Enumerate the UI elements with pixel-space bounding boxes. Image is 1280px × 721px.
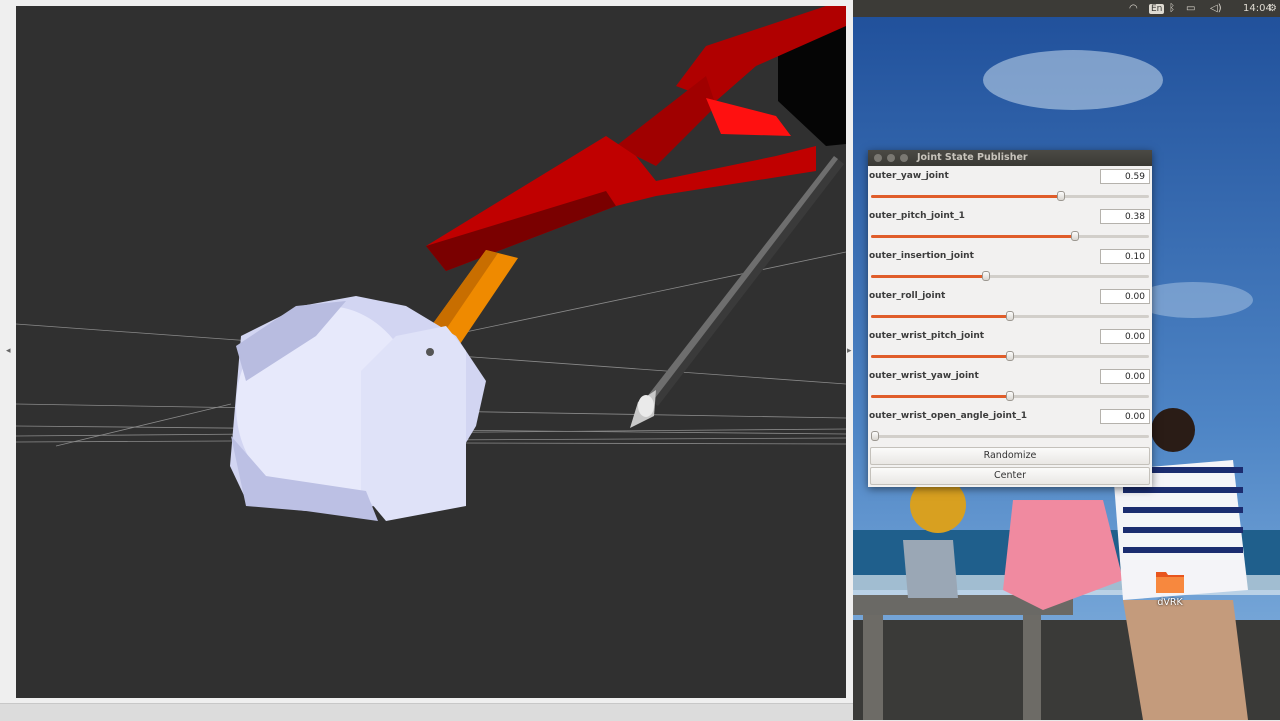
power-gear-icon[interactable]: ⚙ — [1268, 2, 1277, 15]
randomize-button[interactable]: Randomize — [870, 447, 1150, 465]
joint-slider-track[interactable] — [871, 311, 1149, 321]
joint-slider-track[interactable] — [871, 431, 1149, 441]
joint-slider-handle[interactable] — [871, 431, 879, 441]
joint-label: outer_yaw_joint — [869, 171, 949, 181]
joint-slider-track[interactable] — [871, 231, 1149, 241]
joint-value-field[interactable]: 0.38 — [1100, 209, 1150, 224]
rviz-window: ◂ ◂ ▸ — [0, 0, 853, 721]
base-side-bracket — [361, 326, 466, 521]
joint-slider-handle[interactable] — [1006, 391, 1014, 401]
pivot-screw — [426, 348, 434, 356]
ubuntu-top-bar: ◠ En ᛒ ▭ ◁) 14:04 ⚙ — [853, 0, 1280, 17]
desktop-icon-label[interactable]: dVRK — [1150, 597, 1190, 608]
folder-icon[interactable] — [1155, 568, 1185, 594]
keyboard-layout-indicator[interactable]: En — [1149, 2, 1165, 15]
joint-value-field[interactable]: 0.00 — [1100, 369, 1150, 384]
joint-slider-handle[interactable] — [1006, 351, 1014, 361]
left-panel-toggle-icon[interactable]: ◂ — [6, 346, 11, 356]
joint-slider-track[interactable] — [871, 271, 1149, 281]
joint-value-field[interactable]: 0.00 — [1100, 329, 1150, 344]
joint-slider-track[interactable] — [871, 191, 1149, 201]
joint-slider-handle[interactable] — [1057, 191, 1065, 201]
joint-slider-fill — [871, 355, 1010, 358]
close-window-icon[interactable] — [874, 154, 882, 162]
joint-label: outer_insertion_joint — [869, 251, 974, 261]
3d-viewport[interactable]: ◂ — [16, 6, 846, 698]
robot-scene — [16, 6, 846, 521]
joint-slider-fill — [871, 395, 1010, 398]
joint-slider-fill — [871, 235, 1075, 238]
red-link-bright — [706, 98, 791, 136]
joint-value-field[interactable]: 0.10 — [1100, 249, 1150, 264]
joint-label: outer_wrist_yaw_joint — [869, 371, 979, 381]
joint-label: outer_wrist_open_angle_joint_1 — [869, 411, 1028, 421]
minimize-window-icon[interactable] — [887, 154, 895, 162]
maximize-window-icon[interactable] — [900, 154, 908, 162]
joint-slider-track[interactable] — [871, 391, 1149, 401]
joint-label: outer_roll_joint — [869, 291, 946, 301]
window-titlebar[interactable]: Joint State Publisher — [868, 150, 1152, 166]
joint-slider-fill — [871, 195, 1061, 198]
wifi-icon[interactable]: ◠ — [1129, 2, 1138, 15]
volume-icon[interactable]: ◁) — [1210, 2, 1222, 15]
bluetooth-icon[interactable]: ᛒ — [1169, 2, 1175, 15]
joint-value-field[interactable]: 0.59 — [1100, 169, 1150, 184]
language-badge: En — [1149, 4, 1165, 14]
joint-value-field[interactable]: 0.00 — [1100, 409, 1150, 424]
joint-slider-fill — [871, 315, 1010, 318]
joint-label: outer_wrist_pitch_joint — [869, 331, 985, 341]
joint-state-publisher-window: Joint State Publisher outer_yaw_joint 0.5… — [868, 150, 1152, 487]
right-panel-toggle-icon[interactable]: ▸ — [847, 346, 852, 356]
joint-slider-handle[interactable] — [982, 271, 990, 281]
joint-label: outer_pitch_joint_1 — [869, 211, 965, 221]
joint-value-field[interactable]: 0.00 — [1100, 289, 1150, 304]
joint-slider-fill — [871, 275, 986, 278]
joint-slider-track[interactable] — [871, 351, 1149, 361]
instrument-wrist — [638, 395, 654, 417]
rviz-bottom-bar — [0, 703, 853, 721]
joint-slider-handle[interactable] — [1006, 311, 1014, 321]
joint-slider-handle[interactable] — [1071, 231, 1079, 241]
window-title: Joint State Publisher — [917, 152, 1028, 163]
red-link-joint — [616, 76, 716, 166]
center-button[interactable]: Center — [870, 467, 1150, 485]
battery-icon[interactable]: ▭ — [1186, 2, 1195, 15]
